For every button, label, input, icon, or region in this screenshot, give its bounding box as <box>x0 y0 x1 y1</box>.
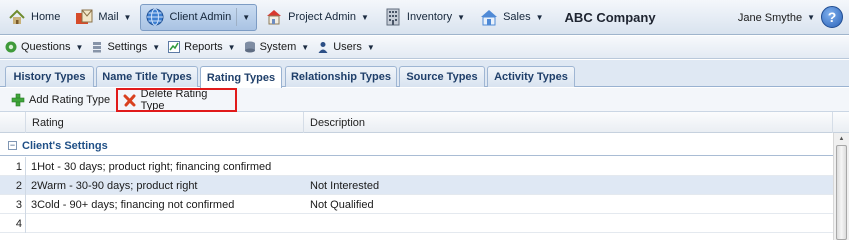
nav-client-admin[interactable]: Client Admin ▼ <box>140 3 258 31</box>
tab-relationship-types[interactable]: Relationship Types <box>285 66 397 87</box>
tab-rating-types[interactable]: Rating Types <box>200 66 282 88</box>
add-rating-type-label: Add Rating Type <box>29 93 111 106</box>
top-navigation-bar: Home Mail ▼ Client Admin ▼ Project Admin… <box>0 0 849 35</box>
table-row[interactable]: 1 1Hot - 30 days; product right; financi… <box>0 157 833 176</box>
nav-sales-label: Sales <box>503 11 531 23</box>
chevron-down-icon: ▼ <box>75 42 84 52</box>
chevron-down-icon[interactable]: ▼ <box>124 13 132 22</box>
nav-client-admin-label: Client Admin <box>169 11 232 23</box>
nav-project-admin-label: Project Admin <box>288 11 356 23</box>
cell-rating[interactable]: 3Cold - 90+ days; financing not confirme… <box>31 195 234 214</box>
vertical-scrollbar[interactable]: ▲ <box>833 133 849 240</box>
rownum-header <box>0 112 26 133</box>
subnav-questions[interactable]: Questions ▼ <box>4 40 83 54</box>
delete-rating-type-label: Delete Rating Type <box>140 87 208 112</box>
split-divider <box>236 8 238 26</box>
chevron-down-icon[interactable]: ▼ <box>457 13 465 22</box>
delete-icon <box>122 92 138 108</box>
sales-icon <box>478 6 500 28</box>
table-row[interactable]: 4 <box>0 214 833 233</box>
table-row[interactable]: 2 2Warm - 30-90 days; product right Not … <box>0 176 833 195</box>
subnav-system[interactable]: System ▼ <box>243 40 310 54</box>
subnav-settings[interactable]: Settings ▼ <box>90 40 160 54</box>
scroll-thumb[interactable] <box>836 145 847 240</box>
subnav-system-label: System <box>259 41 297 53</box>
grid-toolbar: Add Rating Type Delete Rating Type <box>0 87 849 112</box>
chevron-down-icon[interactable]: ▼ <box>242 13 250 22</box>
grid-header: Rating Description <box>0 112 849 133</box>
tab-name-title-types[interactable]: Name Title Types <box>96 66 198 87</box>
delete-rating-type-button[interactable]: Delete Rating Type <box>116 87 238 112</box>
row-number: 1 <box>0 157 26 176</box>
globe-icon <box>144 6 166 28</box>
home-icon <box>6 6 28 28</box>
tab-activity-types[interactable]: Activity Types <box>487 66 575 87</box>
row-number: 4 <box>0 214 26 233</box>
collapse-icon[interactable]: − <box>8 141 17 150</box>
mail-icon <box>73 6 95 28</box>
nav-home[interactable]: Home <box>2 4 67 31</box>
settings-icon <box>90 40 104 54</box>
cell-rating[interactable]: 1Hot - 30 days; product right; financing… <box>31 157 271 176</box>
chevron-down-icon: ▼ <box>301 42 310 52</box>
add-rating-type-button[interactable]: Add Rating Type <box>6 90 114 110</box>
tab-history-types[interactable]: History Types <box>5 66 94 87</box>
questions-icon <box>4 40 18 54</box>
project-icon <box>263 6 285 28</box>
nav-sales[interactable]: Sales ▼ <box>474 4 550 31</box>
subnav-reports[interactable]: Reports ▼ <box>167 40 236 54</box>
user-name: Jane Smythe <box>737 11 803 24</box>
subnav-users-label: Users <box>333 41 362 53</box>
subnav-users[interactable]: Users ▼ <box>316 40 375 54</box>
users-icon <box>316 40 330 54</box>
scroll-up-arrow-icon[interactable]: ▲ <box>834 133 849 145</box>
company-name: ABC Company <box>564 9 656 25</box>
nav-inventory-label: Inventory <box>406 11 453 23</box>
subnav-settings-label: Settings <box>107 41 148 53</box>
table-row[interactable]: 3 3Cold - 90+ days; financing not confir… <box>0 195 833 214</box>
inventory-icon <box>382 6 404 28</box>
add-icon <box>10 92 26 108</box>
chevron-down-icon[interactable]: ▼ <box>361 13 369 22</box>
chevron-down-icon: ▼ <box>227 42 236 52</box>
column-header-rating[interactable]: Rating <box>26 112 304 133</box>
rating-types-grid: Rating Description − Client's Settings 1… <box>0 112 849 240</box>
reports-icon <box>167 40 181 54</box>
nav-inventory[interactable]: Inventory ▼ <box>378 4 472 31</box>
subnav-reports-label: Reports <box>184 41 223 53</box>
nav-home-label: Home <box>31 11 61 23</box>
row-number: 3 <box>0 195 26 214</box>
group-label: Client's Settings <box>22 139 108 152</box>
column-header-description[interactable]: Description <box>304 112 833 133</box>
nav-project-admin[interactable]: Project Admin ▼ <box>259 4 376 31</box>
chevron-down-icon: ▼ <box>152 42 161 52</box>
cell-description[interactable]: Not Qualified <box>310 195 374 214</box>
nav-mail-label: Mail <box>98 11 119 23</box>
row-number: 2 <box>0 176 26 195</box>
nav-mail[interactable]: Mail ▼ <box>69 4 138 31</box>
cell-description[interactable]: Not Interested <box>310 176 379 195</box>
cell-rating[interactable]: 2Warm - 30-90 days; product right <box>31 176 198 195</box>
secondary-toolbar: Questions ▼ Settings ▼ Reports ▼ System … <box>0 36 849 59</box>
tab-source-types[interactable]: Source Types <box>399 66 485 87</box>
chevron-down-icon[interactable]: ▼ <box>807 13 815 22</box>
chevron-down-icon[interactable]: ▼ <box>536 13 544 22</box>
chevron-down-icon: ▼ <box>366 42 375 52</box>
subnav-questions-label: Questions <box>21 41 71 53</box>
tab-strip: History Types Name Title Types Rating Ty… <box>0 60 849 88</box>
system-icon <box>243 40 257 54</box>
group-row[interactable]: − Client's Settings <box>0 136 833 156</box>
user-menu[interactable]: Jane Smythe ▼ <box>738 0 815 35</box>
help-icon[interactable]: ? <box>821 6 843 28</box>
